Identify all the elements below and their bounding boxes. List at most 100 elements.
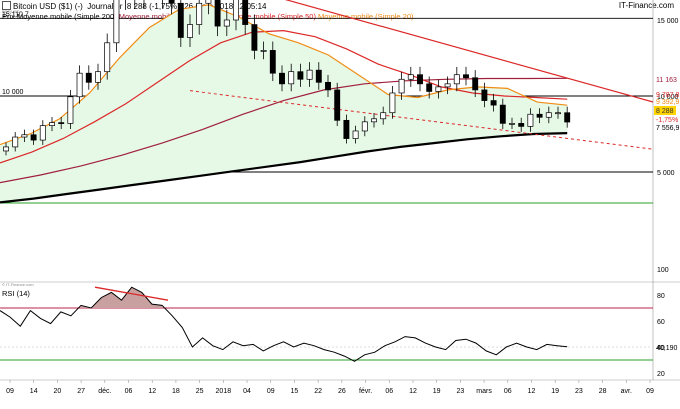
candle-body: [499, 104, 506, 124]
x-tick-label: 06: [125, 388, 133, 395]
candle-body: [509, 123, 515, 125]
candle-body: [352, 130, 359, 139]
candle-body: [168, 0, 175, 4]
candle-body: [297, 71, 304, 80]
candle-body: [21, 134, 28, 138]
candle-body: [389, 92, 396, 114]
x-tick-label: 19: [433, 388, 441, 395]
candle-body: [242, 0, 249, 25]
candle-body: [334, 89, 341, 121]
x-tick-label: 28: [599, 388, 607, 395]
candle-body: [536, 113, 543, 118]
x-tick-label: févr.: [359, 388, 372, 395]
x-tick-label: déc.: [98, 388, 111, 395]
x-tick-label: 22: [314, 388, 322, 395]
candle-body: [545, 112, 552, 118]
candle-body: [325, 81, 331, 91]
x-tick-label: mars: [476, 388, 492, 395]
candle-body: [214, 0, 221, 27]
candle-body: [187, 24, 193, 38]
candle-body: [527, 113, 534, 127]
rsi-value-label: 40,190: [656, 345, 678, 352]
price-marker-label: 9 787,8: [656, 92, 679, 99]
candle-body: [30, 134, 37, 141]
candle-body: [113, 0, 120, 44]
rsi-tick-label: 100: [657, 267, 669, 274]
candle-body: [49, 122, 55, 126]
x-tick-label: 09: [267, 388, 275, 395]
x-tick-label: 2018: [216, 388, 232, 395]
candle-body: [279, 72, 285, 85]
price-chart: 15 00010 0005 00015 110,710 0005 0002 96…: [0, 0, 680, 395]
x-tick-label: 12: [528, 388, 536, 395]
candle-body: [481, 89, 488, 101]
x-tick-label: 20: [54, 388, 62, 395]
level-label: 15 110,7: [2, 11, 29, 18]
x-tick-label: 04: [243, 388, 251, 395]
candle-body: [269, 50, 276, 74]
candle-body: [67, 96, 74, 124]
candle-body: [463, 74, 469, 79]
x-tick-label: 18: [172, 388, 180, 395]
x-tick-label: 09: [646, 388, 654, 395]
candle-body: [196, 2, 203, 25]
price-marker-label: -1,75%: [656, 117, 678, 124]
candle-body: [518, 123, 525, 127]
candle-body: [251, 24, 258, 51]
rsi-tick-label: 60: [657, 319, 665, 326]
x-tick-label: 12: [148, 388, 156, 395]
x-tick-label: 06: [504, 388, 512, 395]
rsi-tick-label: 80: [657, 293, 665, 300]
candle-body: [260, 50, 267, 52]
candle-body: [564, 112, 571, 123]
x-tick-label: 26: [338, 388, 346, 395]
x-tick-label: 27: [77, 388, 85, 395]
x-tick-label: avr.: [621, 388, 632, 395]
candle-body: [177, 2, 184, 38]
rsi-tick-label: 20: [657, 371, 665, 378]
candle-body: [555, 112, 561, 115]
candle-body: [444, 83, 451, 88]
candle-body: [361, 121, 368, 132]
x-tick-label: 15: [291, 388, 299, 395]
x-tick-label: 23: [575, 388, 583, 395]
candle-body: [205, 0, 212, 4]
rsi-line: [0, 286, 568, 362]
ma-band-area: [0, 4, 568, 203]
candle-body: [472, 77, 479, 91]
x-tick-label: 25: [196, 388, 204, 395]
y-tick-label: 5 000: [657, 170, 675, 177]
x-tick-label: 09: [6, 388, 14, 395]
candle-body: [95, 71, 101, 83]
candle-body: [104, 42, 111, 73]
candle-body: [315, 69, 322, 83]
x-tick-label: 14: [30, 388, 38, 395]
candle-body: [39, 125, 46, 141]
candle-body: [288, 71, 295, 85]
price-marker-label: 11 163: [656, 77, 677, 84]
candle-body: [58, 122, 65, 124]
x-tick-label: 06: [385, 388, 393, 395]
candle-body: [417, 74, 423, 85]
candle-body: [3, 146, 9, 152]
candle-body: [233, 0, 239, 21]
candle-body: [490, 100, 497, 106]
candle-body: [453, 74, 460, 85]
x-tick-label: 23: [456, 388, 464, 395]
candle-body: [223, 19, 230, 27]
level-label: 10 000: [2, 89, 24, 96]
candle-body: [85, 72, 92, 83]
candle-body: [435, 86, 442, 92]
x-tick-label: 12: [409, 388, 417, 395]
candle-body: [371, 118, 377, 123]
price-marker-label: 8 288: [656, 108, 674, 115]
candle-body: [380, 112, 387, 120]
price-marker-label: 9 392,9: [656, 99, 679, 106]
x-tick-label: 19: [551, 388, 559, 395]
candle-body: [306, 69, 313, 80]
candle-body: [407, 74, 414, 80]
price-marker-label: 7 556,9: [656, 125, 679, 132]
candle-body: [76, 72, 83, 98]
candle-body: [426, 83, 433, 92]
y-tick-label: 15 000: [657, 18, 679, 25]
